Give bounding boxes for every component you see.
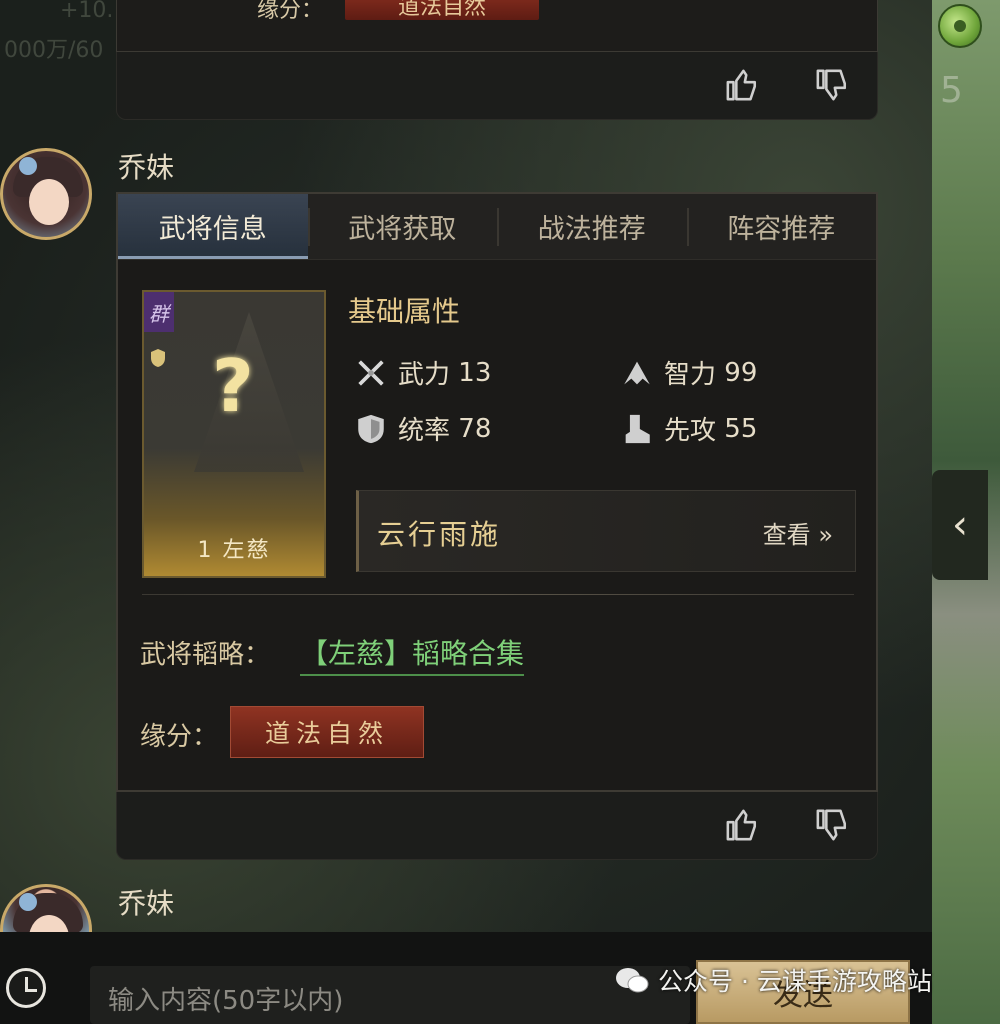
sender-name: 乔妹: [118, 887, 175, 920]
avatar[interactable]: [0, 148, 92, 240]
rank-shield-icon: [151, 349, 165, 367]
boot-icon: [625, 414, 650, 443]
divider: [142, 594, 854, 595]
partial-stat-2: 000万/60: [4, 38, 104, 63]
skill-name: 云行雨施: [377, 518, 502, 551]
previous-message-card: 缘分： 道法自然: [116, 0, 878, 52]
intellect-icon: [624, 361, 650, 384]
fate-label: 缘分：: [140, 722, 219, 752]
stat-label: 智力: [664, 360, 717, 390]
stat-force: 武力 13: [354, 354, 491, 391]
thumbs-up-icon[interactable]: [725, 808, 759, 842]
tab-tactics-recommend[interactable]: 战法推荐: [497, 194, 687, 259]
message-footer: [116, 792, 878, 860]
skill-view-button[interactable]: 查看 »: [763, 515, 833, 550]
thumbs-down-icon[interactable]: [815, 808, 849, 842]
thumbs-down-icon[interactable]: [815, 68, 849, 102]
attributes-title: 基础属性: [348, 295, 461, 328]
fate-tag[interactable]: 道法自然: [345, 0, 539, 20]
skill-row[interactable]: 云行雨施 查看 »: [356, 490, 856, 572]
watermark: 公众号 · 云谋手游攻略站: [614, 962, 932, 998]
fate-tag[interactable]: 道法自然: [230, 706, 424, 758]
history-clock-icon[interactable]: [6, 968, 46, 1008]
stat-value: 55: [724, 413, 758, 444]
stat-label: 先攻: [664, 416, 717, 446]
stat-value: 78: [458, 413, 492, 444]
map-number: 5: [940, 70, 963, 111]
side-collapse-tab[interactable]: ‹: [932, 470, 988, 580]
stat-label: 武力: [398, 360, 451, 390]
tab-bar: 武将信息 武将获取 战法推荐 阵容推荐: [118, 194, 876, 260]
chevron-left-icon: ‹: [952, 502, 968, 548]
wechat-icon: [616, 968, 649, 993]
shield-icon: [358, 414, 384, 443]
strategy-link[interactable]: 【左慈】韬略合集: [300, 632, 525, 676]
stat-label: 统率: [398, 416, 451, 446]
stat-speed: 先攻 55: [620, 410, 757, 447]
hero-info-card: 武将信息 武将获取 战法推荐 阵容推荐 群 ? 1 左慈 基础属性 武力 13 …: [116, 192, 878, 792]
watermark-text: 公众号 · 云谋手游攻略站: [658, 967, 932, 996]
fate-label: 缘分：: [257, 0, 324, 23]
chat-input-placeholder: 输入内容(50字以内): [108, 986, 344, 1016]
stat-command: 统率 78: [354, 410, 491, 447]
sword-icon: [358, 359, 384, 386]
unknown-hero-icon: ?: [212, 344, 254, 428]
stat-intellect: 智力 99: [620, 354, 757, 391]
thumbs-up-icon[interactable]: [725, 68, 759, 102]
tab-hero-info[interactable]: 武将信息: [118, 194, 308, 259]
jade-coin-icon[interactable]: [938, 4, 982, 48]
tab-hero-obtain[interactable]: 武将获取: [307, 194, 498, 259]
stat-value: 99: [724, 357, 758, 388]
partial-stat: +10.: [60, 0, 114, 23]
hero-name: 1 左慈: [197, 538, 271, 563]
hero-portrait-card[interactable]: 群 ? 1 左慈: [142, 290, 326, 578]
previous-message-footer: [116, 52, 878, 120]
stat-value: 13: [458, 357, 492, 388]
sender-name: 乔妹: [118, 151, 175, 184]
faction-badge: 群: [144, 292, 174, 332]
strategy-label: 武将韬略：: [140, 640, 271, 670]
tab-lineup-recommend[interactable]: 阵容推荐: [686, 194, 877, 259]
